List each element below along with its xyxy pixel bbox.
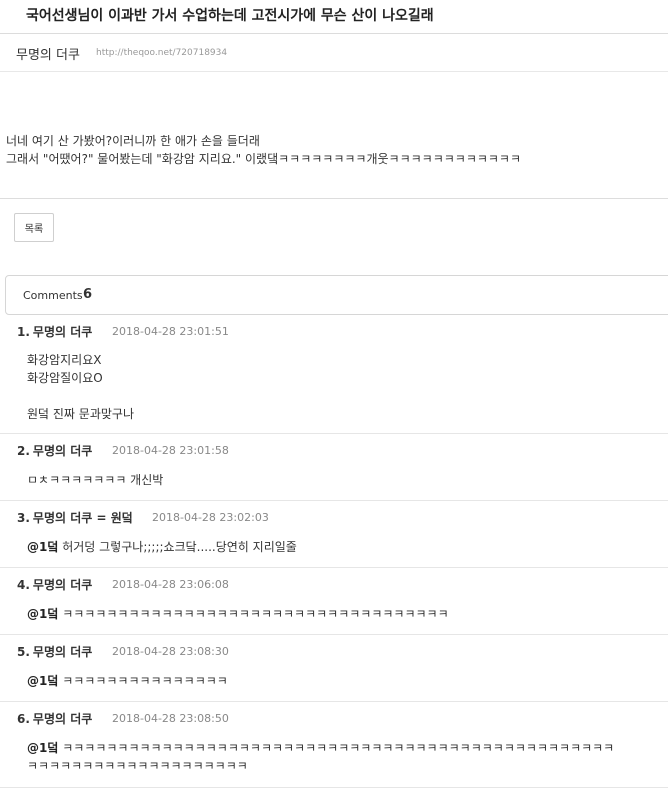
comment-body: @1덬 허거덩 그렇구나;;;;;쇼크닼.....당연히 지리일줄 <box>27 538 297 556</box>
comment-item: 3. 무명의 더쿠 = 원덬 2018-04-28 23:02:03 @1덬 허거… <box>0 501 668 568</box>
comment-line: 허거덩 그렇구나;;;;;쇼크닼.....당연히 지리일줄 <box>62 540 297 554</box>
content-line: 그래서 "어땠어?" 물어봤는데 "화강암 지리요." 이랬댘ㅋㅋㅋㅋㅋㅋㅋㅋ개… <box>6 152 522 166</box>
post-page: 국어선생님이 이과반 가서 수업하는데 고전시가에 무슨 산이 나오길래 무명의… <box>0 0 668 793</box>
comment-reply-ref[interactable]: @1덬 <box>27 674 58 688</box>
comment-line: ㅁㅊㅋㅋㅋㅋㅋㅋㅋ 개신박 <box>27 473 164 487</box>
comment-line: ㅋㅋㅋㅋㅋㅋㅋㅋㅋㅋㅋㅋㅋㅋㅋㅋㅋㅋㅋㅋㅋㅋㅋㅋㅋㅋㅋㅋㅋㅋㅋㅋㅋㅋㅋ <box>62 607 449 621</box>
comment-author-name: 무명의 더쿠 <box>32 645 93 659</box>
comment-reply-ref[interactable]: @1덬 <box>27 607 58 621</box>
comment-body: 화강암지리요X 화강암질이요O 원덬 진짜 문과맞구나 <box>27 351 134 423</box>
comment-number: 4. <box>17 578 30 592</box>
comment-timestamp: 2018-04-28 23:06:08 <box>112 578 229 591</box>
comment-author: 6. 무명의 더쿠 <box>17 710 92 727</box>
comment-item: 1. 무명의 더쿠 2018-04-28 23:01:51 화강암지리요X 화강암… <box>0 315 668 434</box>
list-button[interactable]: 목록 <box>14 213 54 242</box>
comment-reply-ref[interactable]: @1덬 <box>27 540 58 554</box>
comment-author: 5. 무명의 더쿠 <box>17 643 92 660</box>
comment-number: 5. <box>17 645 30 659</box>
comment-author-name: 무명의 더쿠 = 원덬 <box>32 511 133 525</box>
comment-item: 2. 무명의 더쿠 2018-04-28 23:01:58 ㅁㅊㅋㅋㅋㅋㅋㅋㅋ 개… <box>0 434 668 501</box>
comment-body: @1덬 ㅋㅋㅋㅋㅋㅋㅋㅋㅋㅋㅋㅋㅋㅋㅋㅋㅋㅋㅋㅋㅋㅋㅋㅋㅋㅋㅋㅋㅋㅋㅋㅋㅋㅋㅋㅋ… <box>27 739 668 775</box>
comment-line: 원덬 진짜 문과맞구나 <box>27 407 134 421</box>
comment-line: 화강암질이요O <box>27 371 103 385</box>
comment-line: ㅋㅋㅋㅋㅋㅋㅋㅋㅋㅋㅋㅋㅋㅋㅋ <box>62 674 228 688</box>
comment-timestamp: 2018-04-28 23:08:50 <box>112 712 229 725</box>
comment-number: 2. <box>17 444 30 458</box>
comment-line <box>27 387 134 405</box>
comment-author: 3. 무명의 더쿠 = 원덬 <box>17 509 133 526</box>
comment-author-name: 무명의 더쿠 <box>32 444 93 458</box>
comment-author-name: 무명의 더쿠 <box>32 578 93 592</box>
divider <box>0 198 668 199</box>
comment-author: 1. 무명의 더쿠 <box>17 323 92 340</box>
comments-header: Comments 6 <box>5 275 668 315</box>
post-meta: 무명의 더쿠 http://theqoo.net/720718934 <box>0 34 668 72</box>
comment-item: 5. 무명의 더쿠 2018-04-28 23:08:30 @1덬 ㅋㅋㅋㅋㅋㅋㅋ… <box>0 635 668 702</box>
comment-timestamp: 2018-04-28 23:08:30 <box>112 645 229 658</box>
comment-body: @1덬 ㅋㅋㅋㅋㅋㅋㅋㅋㅋㅋㅋㅋㅋㅋㅋ <box>27 672 228 690</box>
post-title-bar: 국어선생님이 이과반 가서 수업하는데 고전시가에 무슨 산이 나오길래 <box>0 0 668 34</box>
post-author: 무명의 더쿠 <box>16 48 80 63</box>
comment-body: ㅁㅊㅋㅋㅋㅋㅋㅋㅋ 개신박 <box>27 471 163 489</box>
comment-line: 화강암지리요X <box>27 353 102 367</box>
comment-author-name: 무명의 더쿠 <box>32 325 93 339</box>
comment-item: 4. 무명의 더쿠 2018-04-28 23:06:08 @1덬 ㅋㅋㅋㅋㅋㅋㅋ… <box>0 568 668 635</box>
post-content: 너네 여기 산 가봤어?이러니까 한 애가 손을 들더래 그래서 "어땠어?" … <box>6 132 521 168</box>
comment-author: 4. 무명의 더쿠 <box>17 576 92 593</box>
comment-timestamp: 2018-04-28 23:01:58 <box>112 444 229 457</box>
comment-line: ㅋㅋㅋㅋㅋㅋㅋㅋㅋㅋㅋㅋㅋㅋㅋㅋㅋㅋㅋㅋ <box>27 759 248 773</box>
post-title: 국어선생님이 이과반 가서 수업하는데 고전시가에 무슨 산이 나오길래 <box>26 8 434 24</box>
comment-line: ㅋㅋㅋㅋㅋㅋㅋㅋㅋㅋㅋㅋㅋㅋㅋㅋㅋㅋㅋㅋㅋㅋㅋㅋㅋㅋㅋㅋㅋㅋㅋㅋㅋㅋㅋㅋㅋㅋㅋㅋ… <box>62 741 615 755</box>
comment-body: @1덬 ㅋㅋㅋㅋㅋㅋㅋㅋㅋㅋㅋㅋㅋㅋㅋㅋㅋㅋㅋㅋㅋㅋㅋㅋㅋㅋㅋㅋㅋㅋㅋㅋㅋㅋㅋ <box>27 605 449 623</box>
comment-reply-ref[interactable]: @1덬 <box>27 741 58 755</box>
comment-timestamp: 2018-04-28 23:01:51 <box>112 325 229 338</box>
comments-count: 6 <box>83 287 93 302</box>
comment-item: 6. 무명의 더쿠 2018-04-28 23:08:50 @1덬 ㅋㅋㅋㅋㅋㅋㅋ… <box>0 702 668 788</box>
comment-author-name: 무명의 더쿠 <box>32 712 93 726</box>
comment-number: 3. <box>17 511 30 525</box>
comments-label: Comments <box>23 289 83 302</box>
comment-number: 6. <box>17 712 30 726</box>
post-url-link[interactable]: http://theqoo.net/720718934 <box>96 48 227 58</box>
comment-author: 2. 무명의 더쿠 <box>17 442 92 459</box>
content-line: 너네 여기 산 가봤어?이러니까 한 애가 손을 들더래 <box>6 134 260 148</box>
comment-timestamp: 2018-04-28 23:02:03 <box>152 511 269 524</box>
comment-number: 1. <box>17 325 30 339</box>
